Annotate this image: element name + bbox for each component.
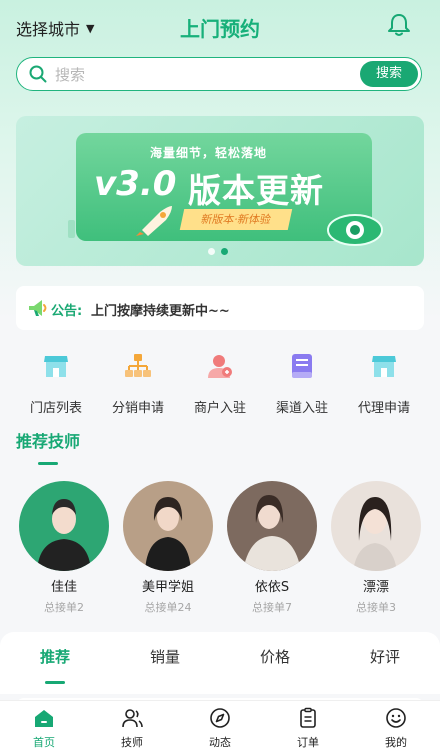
avatar xyxy=(19,481,109,571)
notice-bar[interactable]: 公告: 上门按摩持续更新中~~ xyxy=(16,286,424,330)
technician-card[interactable]: 佳佳 总接单2 xyxy=(14,480,114,615)
menu-item-agent-apply[interactable]: 代理申请 xyxy=(340,350,428,416)
technician-orders: 总接单3 xyxy=(356,601,396,614)
technician-card[interactable]: 漂漂 总接单3 xyxy=(326,480,426,615)
tab-price[interactable]: 价格 xyxy=(220,646,330,667)
nav-home[interactable]: 首页 xyxy=(0,707,88,750)
menu-label: 分销申请 xyxy=(111,401,164,416)
nav-label: 我的 xyxy=(385,736,407,749)
book-icon xyxy=(292,354,312,378)
technician-orders: 总接单24 xyxy=(144,601,192,614)
rocket-icon xyxy=(136,206,172,236)
technician-orders: 总接单2 xyxy=(44,601,84,614)
technician-name: 依依S xyxy=(254,580,290,595)
banner-slogan: 海量细节，轻松落地 xyxy=(150,146,268,160)
banner-ribbon: 新版本·新体验 xyxy=(179,209,293,230)
banner-version: v3.0 xyxy=(94,164,177,204)
tab-recommend[interactable]: 推荐 xyxy=(0,646,110,667)
menu-item-channel-join[interactable]: 渠道入驻 xyxy=(258,350,346,416)
users-icon xyxy=(122,709,143,728)
nav-label: 订单 xyxy=(297,736,319,749)
org-chart-icon xyxy=(125,354,151,377)
page-title: 上门预约 xyxy=(180,17,260,41)
bottom-nav: 首页 技师 动态 订单 我的 xyxy=(0,700,440,753)
technician-card[interactable]: 依依S 总接单7 xyxy=(222,480,322,615)
compass-icon xyxy=(210,708,230,728)
search-button[interactable]: 搜索 xyxy=(360,61,418,87)
menu-item-distribution-apply[interactable]: 分销申请 xyxy=(94,350,182,416)
search-icon xyxy=(29,65,47,83)
menu-label: 代理申请 xyxy=(357,401,410,416)
nav-moments[interactable]: 动态 xyxy=(176,707,264,750)
nav-profile[interactable]: 我的 xyxy=(352,707,440,750)
eye-icon xyxy=(327,214,383,246)
technician-carousel: 佳佳 总接单2 美甲学姐 总接单24 依依S 总接单7 漂漂 总接单3 xyxy=(0,480,440,620)
menu-label: 门店列表 xyxy=(29,401,82,416)
store-icon xyxy=(44,356,68,377)
banner-pagination xyxy=(208,248,228,255)
technician-card[interactable]: 美甲学姐 总接单24 xyxy=(118,480,218,615)
menu-item-store-list[interactable]: 门店列表 xyxy=(12,350,100,416)
avatar xyxy=(331,481,421,571)
technician-name: 漂漂 xyxy=(362,580,389,595)
avatar xyxy=(227,481,317,571)
pagination-dot[interactable] xyxy=(208,248,215,255)
pagination-dot-active[interactable] xyxy=(221,248,228,255)
tab-rating[interactable]: 好评 xyxy=(330,646,440,667)
header: 选择城市 ▼ 上门预约 xyxy=(0,0,440,52)
nav-label: 技师 xyxy=(121,736,143,749)
section-underline xyxy=(38,462,58,465)
technician-orders: 总接单7 xyxy=(252,601,292,614)
search-bar[interactable]: 搜索 搜索 xyxy=(16,57,422,91)
clipboard-icon xyxy=(300,707,316,728)
avatar xyxy=(123,481,213,571)
smile-icon xyxy=(386,708,406,728)
promo-banner[interactable]: 海量细节，轻松落地 v3.0 版本更新 新版本·新体验 xyxy=(16,116,424,266)
notice-text: 上门按摩持续更新中~~ xyxy=(91,304,230,319)
tab-sales[interactable]: 销量 xyxy=(110,646,220,667)
menu-item-merchant-join[interactable]: 商户入驻 xyxy=(176,350,264,416)
megaphone-icon xyxy=(29,300,47,316)
notice-label: 公告: xyxy=(51,304,83,319)
search-input[interactable]: 搜索 xyxy=(55,64,85,85)
nav-label: 首页 xyxy=(33,736,55,749)
sort-tabs: 推荐 销量 价格 好评 xyxy=(0,632,440,694)
banner-headline: 版本更新 xyxy=(188,171,324,210)
nav-technicians[interactable]: 技师 xyxy=(88,707,176,750)
technician-name: 佳佳 xyxy=(50,580,77,595)
tab-underline xyxy=(45,681,65,684)
menu-label: 渠道入驻 xyxy=(275,401,328,416)
quick-menu: 门店列表 分销申请 商户入驻 渠道入驻 代理申请 xyxy=(0,350,440,416)
home-icon xyxy=(35,710,53,727)
store-icon xyxy=(372,356,396,377)
section-title-recommended: 推荐技师 xyxy=(16,432,81,451)
bell-icon[interactable] xyxy=(386,12,412,38)
merchant-user-icon xyxy=(208,355,232,378)
menu-label: 商户入驻 xyxy=(193,401,246,416)
technician-name: 美甲学姐 xyxy=(141,580,194,595)
nav-orders[interactable]: 订单 xyxy=(264,707,352,750)
nav-label: 动态 xyxy=(209,736,231,749)
